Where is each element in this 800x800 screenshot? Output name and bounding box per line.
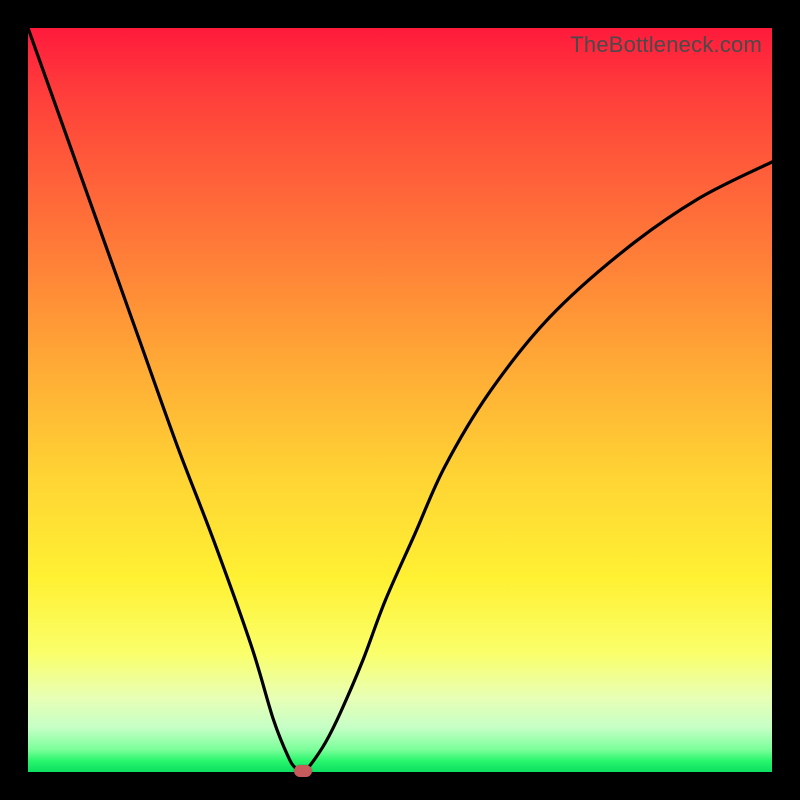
minimum-marker [294, 765, 312, 777]
plot-area: TheBottleneck.com [28, 28, 772, 772]
chart-frame: TheBottleneck.com [0, 0, 800, 800]
bottleneck-curve [28, 28, 772, 772]
